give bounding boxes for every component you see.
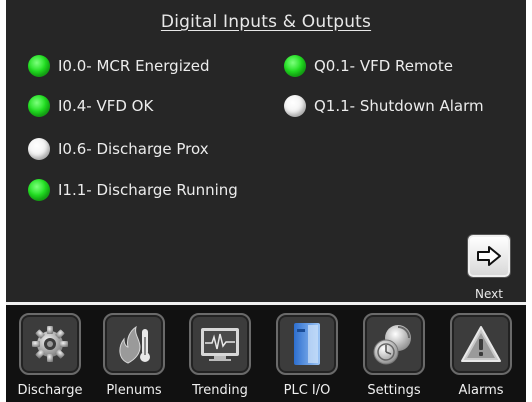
nav-trending[interactable]: Trending	[177, 313, 263, 402]
plc-module-icon	[276, 313, 338, 375]
status-led	[28, 95, 50, 117]
status-led	[28, 55, 50, 77]
nav-discharge[interactable]: Discharge	[7, 313, 93, 402]
nav-alarms[interactable]: Alarms	[438, 313, 524, 402]
gear-icon	[19, 313, 81, 375]
nav-label: Plenums	[106, 383, 162, 398]
page-title-text: Digital Inputs & Outputs	[160, 12, 372, 32]
nav-label: Discharge	[17, 383, 83, 398]
arrow-right-icon	[468, 235, 510, 277]
output-row: Q0.1- VFD Remote	[284, 55, 453, 77]
status-led	[28, 179, 50, 201]
flame-thermometer-icon	[103, 313, 165, 375]
nav-plc-io[interactable]: PLC I/O	[264, 313, 350, 402]
bottom-nav: Discharge Plenums Trending PLC I/O Setti…	[6, 305, 526, 402]
nav-settings[interactable]: Settings	[351, 313, 437, 402]
input-label: I0.0- MCR Energized	[58, 57, 210, 75]
warning-icon	[450, 313, 512, 375]
input-label: I1.1- Discharge Running	[58, 181, 238, 199]
input-row: I0.6- Discharge Prox	[28, 138, 209, 160]
input-row: I0.4- VFD OK	[28, 95, 153, 117]
nav-label: PLC I/O	[283, 383, 331, 398]
output-label: Q0.1- VFD Remote	[314, 57, 453, 75]
status-led	[28, 138, 50, 160]
nav-label: Trending	[192, 383, 248, 398]
input-label: I0.6- Discharge Prox	[58, 140, 209, 158]
nav-label: Settings	[367, 383, 421, 398]
status-led	[284, 55, 306, 77]
page-title: Digital Inputs & Outputs	[6, 12, 526, 32]
next-button[interactable]: Next	[461, 235, 517, 303]
output-row: Q1.1- Shutdown Alarm	[284, 95, 484, 117]
input-row: I0.0- MCR Energized	[28, 55, 210, 77]
next-label: Next	[475, 287, 503, 301]
input-label: I0.4- VFD OK	[58, 97, 154, 115]
hmi-screen: Digital Inputs & Outputs I0.0- MCR Energ…	[6, 0, 526, 402]
trend-monitor-icon	[189, 313, 251, 375]
status-led	[284, 95, 306, 117]
nav-label: Alarms	[458, 383, 504, 398]
settings-icon	[363, 313, 425, 375]
nav-plenums[interactable]: Plenums	[91, 313, 177, 402]
input-row: I1.1- Discharge Running	[28, 179, 238, 201]
output-label: Q1.1- Shutdown Alarm	[314, 97, 484, 115]
